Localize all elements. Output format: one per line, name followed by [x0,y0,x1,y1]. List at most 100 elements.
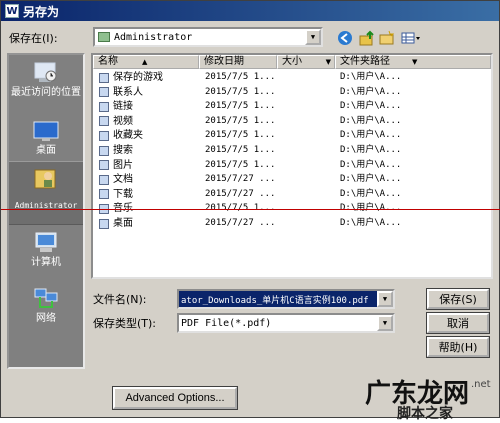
file-path: D:\用户\A... [340,159,402,170]
file-path: D:\用户\A... [340,145,402,155]
computer-icon [35,232,57,252]
file-row[interactable]: 下载 2015/7/27 ... D:\用户\A... [93,188,491,201]
watermark-sub: 脚本之家 [397,406,453,422]
folder-icon [99,130,109,141]
up-folder-button[interactable] [357,29,377,47]
window-app-icon: W [5,4,19,18]
file-row[interactable]: 文档 2015/7/27 ... D:\用户\A... [93,173,491,186]
file-path: D:\用户\A... [340,86,402,97]
column-header-folder[interactable]: 文件夹路径 ▼ [335,55,491,69]
folder-icon [99,87,109,98]
file-name: 下载 [113,188,133,200]
file-row[interactable]: 联系人 2015/7/5 1... D:\用户\A... [93,86,491,99]
file-name: 联系人 [113,86,143,98]
network-icon [34,288,58,308]
chevron-down-icon: ▼ [325,58,331,66]
desktop-icon [33,121,59,141]
back-button[interactable] [335,29,355,47]
file-row[interactable]: 收藏夹 2015/7/5 1... D:\用户\A... [93,129,491,142]
file-date: 2015/7/5 1... [205,101,276,112]
place-label: 最近访问的位置 [11,87,81,98]
folder-icon [99,174,109,185]
place-label: 桌面 [36,145,56,156]
view-menu-button[interactable] [399,29,423,47]
annotation-line [1,209,500,210]
file-name: 视频 [113,115,133,127]
recent-places-icon [34,62,57,82]
file-list-header: 名称 ▲ 修改日期 大小 ▼ 文件夹路径 ▼ [93,55,491,69]
column-header-size[interactable]: 大小 ▼ [277,55,335,69]
sort-asc-icon: ▲ [142,58,148,66]
file-path: D:\用户\A... [340,218,402,228]
folder-icon [98,32,110,42]
file-path: D:\用户\A... [340,130,402,141]
filetype-value: PDF File(*.pdf) [181,317,272,329]
new-folder-button[interactable] [377,29,397,47]
file-row[interactable]: 链接 2015/7/5 1... D:\用户\A... [93,100,491,113]
user-folder-icon [34,169,56,189]
file-date: 2015/7/5 1... [205,130,276,141]
window-title: 另存为 [23,4,60,19]
chevron-down-icon[interactable]: ▼ [377,315,393,331]
file-date: 2015/7/5 1... [205,115,276,126]
filename-label: 文件名(N): [93,293,147,306]
file-name: 图片 [113,159,133,171]
file-row[interactable]: 搜索 2015/7/5 1... D:\用户\A... [93,144,491,157]
file-name: 保存的游戏 [113,72,163,83]
filetype-label: 保存类型(T): [93,317,157,330]
file-name: 文档 [113,174,133,186]
folder-icon [99,160,109,171]
place-recent[interactable]: 最近访问的位置 [9,57,83,115]
cancel-button[interactable]: 取消 [426,312,490,334]
place-label: 网络 [36,313,56,324]
save-in-combo[interactable]: Administrator ▼ [93,27,323,47]
place-administrator[interactable]: Administrator [9,161,83,225]
folder-icon [99,116,109,127]
file-path: D:\用户\A... [340,101,402,112]
file-date: 2015/7/27 ... [205,188,276,199]
file-path: D:\用户\A... [340,174,402,185]
help-button[interactable]: 帮助(H) [426,336,490,358]
folder-icon [99,72,109,83]
folder-icon [99,101,109,112]
file-name: 搜索 [113,145,133,156]
back-arrow-icon [338,31,352,45]
advanced-options-button[interactable]: Advanced Options... [112,386,238,410]
place-computer[interactable]: 计算机 [9,227,83,285]
filetype-select[interactable]: PDF File(*.pdf) ▼ [177,313,395,333]
file-name: 链接 [113,101,133,113]
chevron-down-icon[interactable]: ▼ [305,29,321,45]
chevron-down-icon: ▼ [412,58,418,66]
place-label: 计算机 [31,257,61,268]
filename-input[interactable]: ator_Downloads_单片机C语言实例100.pdf ▼ [177,289,395,309]
file-name: 桌面 [113,218,133,229]
file-row[interactable]: 保存的游戏 2015/7/5 1... D:\用户\A... [93,71,491,84]
up-folder-icon [359,30,374,46]
file-date: 2015/7/27 ... [205,218,276,228]
file-date: 2015/7/5 1... [205,159,276,170]
file-date: 2015/7/5 1... [205,72,276,82]
places-bar: 最近访问的位置 桌面 Administrator 计算机 网络 [7,53,85,369]
file-path: D:\用户\A... [340,188,402,199]
view-grid-icon [401,32,420,44]
file-list[interactable]: 名称 ▲ 修改日期 大小 ▼ 文件夹路径 ▼ 保存的游戏 2015/7/5 1... D… [91,53,493,279]
folder-icon [99,189,109,200]
file-date: 2015/7/27 ... [205,174,276,185]
title-bar[interactable]: W 另存为 [1,1,499,21]
place-network[interactable]: 网络 [9,283,83,341]
file-path: D:\用户\A... [340,72,402,82]
column-header-name[interactable]: 名称 ▲ [93,55,199,69]
file-row[interactable]: 桌面 2015/7/27 ... D:\用户\A... [93,217,491,230]
save-in-row: 保存在(I): Administrator ▼ [1,27,499,49]
chevron-down-icon[interactable]: ▼ [377,291,393,307]
save-button[interactable]: 保存(S) [426,288,490,310]
save-in-value: Administrator [114,31,193,43]
folder-icon [99,145,109,156]
file-date: 2015/7/5 1... [205,86,276,97]
file-row[interactable]: 视频 2015/7/5 1... D:\用户\A... [93,115,491,128]
file-row[interactable]: 图片 2015/7/5 1... D:\用户\A... [93,159,491,172]
save-as-dialog: W 另存为 保存在(I): Administrator ▼ 最近访问的位置 桌面 [0,0,500,422]
column-header-date[interactable]: 修改日期 [199,55,277,69]
folder-icon [99,218,109,229]
save-in-label: 保存在(I): [9,32,58,45]
